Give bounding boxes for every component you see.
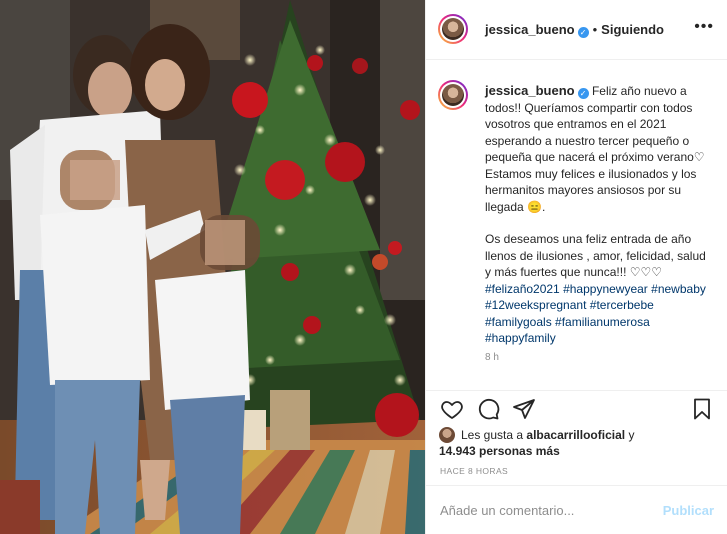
author-username[interactable]: jessica_bueno <box>485 22 575 37</box>
post-side-panel: jessica_bueno ✓ • Siguiendo ••• jessica_bue… <box>425 0 727 534</box>
hashtag-link[interactable]: #tercerbebe <box>590 298 654 312</box>
publish-button[interactable]: Publicar <box>663 503 714 518</box>
verified-badge-icon: ✓ <box>577 88 589 99</box>
author-avatar[interactable] <box>438 14 468 44</box>
hashtag-list: #felizaño2021 #happynewyear #newbaby #12… <box>485 282 706 346</box>
caption-section: jessica_bueno ✓ Feliz año nuevo a todos!!… <box>426 60 727 390</box>
caption-text: jessica_bueno ✓ Feliz año nuevo a todos!!… <box>485 83 715 347</box>
likes-conjunction: y <box>628 428 635 442</box>
following-button[interactable]: Siguiendo <box>601 22 664 37</box>
hashtag-link[interactable]: #familygoals <box>485 315 552 329</box>
verified-badge-icon: ✓ <box>577 27 589 38</box>
comment-input[interactable] <box>440 497 640 523</box>
post-timestamp[interactable]: HACE 8 HORAS <box>440 466 508 476</box>
heart-icon[interactable] <box>440 397 464 421</box>
likes-prefix: Les gusta a <box>461 428 524 442</box>
comment-icon[interactable] <box>476 397 500 421</box>
caption-time[interactable]: 8 h <box>485 352 499 363</box>
family-christmas-photo <box>0 0 425 534</box>
hashtag-link[interactable]: #happyfamily <box>485 331 556 345</box>
liker-username[interactable]: albacarrillooficial <box>526 428 625 442</box>
likes-count[interactable]: 14.943 personas más <box>439 444 560 458</box>
likes-summary: Les gusta a albacarrillooficial y 14.943… <box>439 427 719 459</box>
action-bar <box>426 390 727 426</box>
comment-bar: Publicar <box>426 485 727 534</box>
post-photo[interactable] <box>0 0 425 534</box>
liker-avatar[interactable] <box>439 427 455 443</box>
caption-username[interactable]: jessica_bueno <box>485 83 575 98</box>
separator-dot: • <box>592 22 598 37</box>
hashtag-link[interactable]: #happynewyear <box>563 282 648 296</box>
share-icon[interactable] <box>512 397 536 421</box>
author-line: jessica_bueno ✓ • Siguiendo <box>485 22 664 38</box>
hashtag-link[interactable]: #familianumerosa <box>555 315 650 329</box>
hashtag-link[interactable]: #newbaby <box>651 282 706 296</box>
caption-paragraph-1: Feliz año nuevo a todos!! Queríamos comp… <box>485 84 705 214</box>
post-header: jessica_bueno ✓ • Siguiendo ••• <box>426 0 727 60</box>
caption-author-avatar[interactable] <box>438 80 468 110</box>
hashtag-link[interactable]: #12weekspregnant <box>485 298 586 312</box>
caption-paragraph-2: Os deseamos una feliz entrada de año lle… <box>485 232 706 279</box>
more-options-icon[interactable]: ••• <box>694 18 714 36</box>
hashtag-link[interactable]: #felizaño2021 <box>485 282 560 296</box>
bookmark-icon[interactable] <box>690 397 714 421</box>
